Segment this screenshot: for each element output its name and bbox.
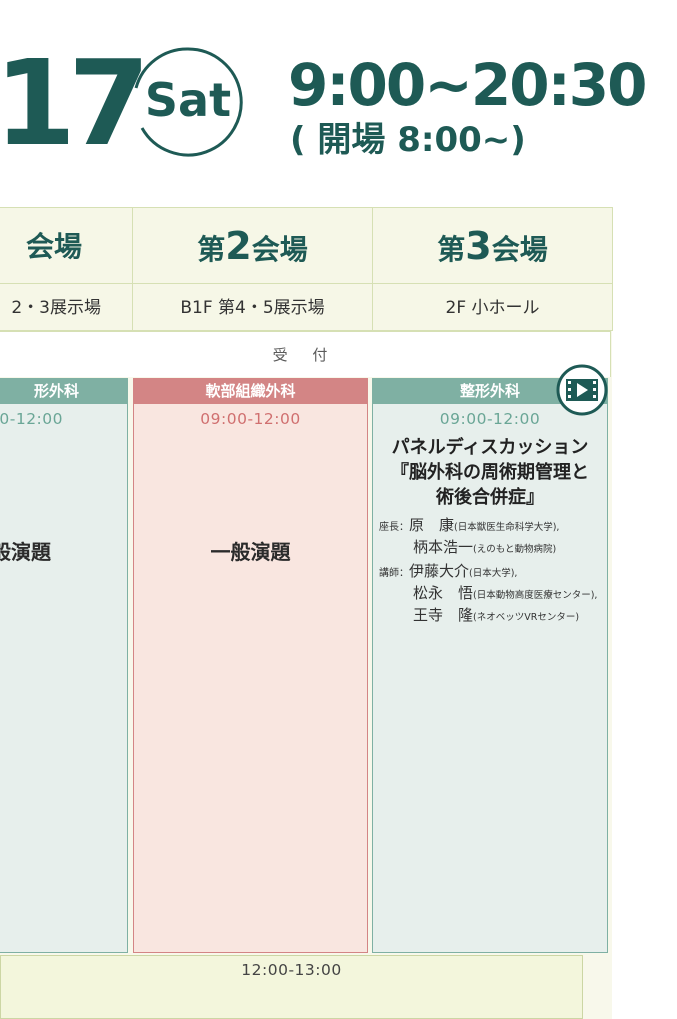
event-weekday: Sat [144,73,232,127]
chair-name: 柄本浩一 [413,538,474,556]
hall-2-prefix: 第 [197,233,226,266]
session-title: 般演題 [0,540,51,564]
lecturer-row: 講師：伊藤大介(日本大学), [379,560,607,582]
session-category: 軟部組織外科 [134,379,367,404]
session-category: 形外科 [0,379,127,404]
session-title: 一般演題 [210,540,291,564]
lecturer-affiliation: (ネオベッツVRセンター) [473,612,580,623]
lunch-break-row: 12:00-13:00 [0,955,583,1019]
lecturer-affiliation: (日本大学), [469,568,518,579]
hall-2-number: 2 [225,224,252,268]
doors-open-time: ( 開場 8:00~) [290,120,526,160]
session-type: パネルディスカッション [391,437,589,458]
chair-affiliation: (日本獣医生命科学大学), [454,522,560,533]
reception-row: 受 付 [0,331,611,377]
session-time: 09:00-12:00 [200,410,301,428]
session-hall-3[interactable]: 整形外科 09:00-12:00 パネルディスカッション 『脳外科の周術期管理と… [372,378,608,953]
hall-1-floor: 2・3展示場 [0,283,133,331]
lecturer-name: 松永 悟 [413,584,474,602]
hall-1-name: 会場 [25,230,82,263]
hall-2-header: 第2会場 [132,207,373,284]
session-title-line-1: 『脳外科の周術期管理と [391,462,589,483]
lecturer-name: 伊藤大介 [409,562,470,580]
lunch-break-time: 12:00-13:00 [241,961,342,979]
chair-name: 原 康 [409,516,455,534]
hall-3-suffix: 会場 [491,233,548,266]
session-time: 0-12:00 [0,410,63,428]
hall-2-suffix: 会場 [251,233,308,266]
chair-affiliation: (えのもと動物病院) [473,544,557,555]
event-time: 9:00~20:30 [288,51,647,119]
hall-3-header: 第3会場 [372,207,613,284]
lecturer-row: 王寺 隆(ネオベッツVRセンター) [379,604,607,626]
lecturers-list: 講師：伊藤大介(日本大学), 松永 悟(日本動物高度医療センター), 王寺 隆(… [379,560,607,626]
session-title-line-2: 術後合併症』 [436,487,544,508]
hall-3-number: 3 [465,224,492,268]
chairs-list: 座長：原 康(日本獣医生命科学大学), 柄本浩一(えのもと動物病院) [379,514,607,558]
chair-row: 柄本浩一(えのもと動物病院) [379,536,607,558]
video-icon[interactable] [556,364,608,416]
event-day: 17 [0,34,150,172]
session-hall-1[interactable]: 形外科 0-12:00 般演題 [0,378,128,953]
lecturer-affiliation: (日本動物高度医療センター), [473,590,598,601]
hall-2-floor: B1F 第4・5展示場 [132,283,373,331]
hall-3-floor: 2F 小ホール [372,283,613,331]
chair-row: 座長：原 康(日本獣医生命科学大学), [379,514,607,536]
session-hall-2[interactable]: 軟部組織外科 09:00-12:00 一般演題 [133,378,368,953]
lecturer-label: 講師： [379,568,409,579]
hall-1-header: 会場 [0,207,133,284]
hall-3-prefix: 第 [437,233,466,266]
lecturer-row: 松永 悟(日本動物高度医療センター), [379,582,607,604]
chair-label: 座長： [379,522,409,533]
lecturer-name: 王寺 隆 [413,606,474,624]
